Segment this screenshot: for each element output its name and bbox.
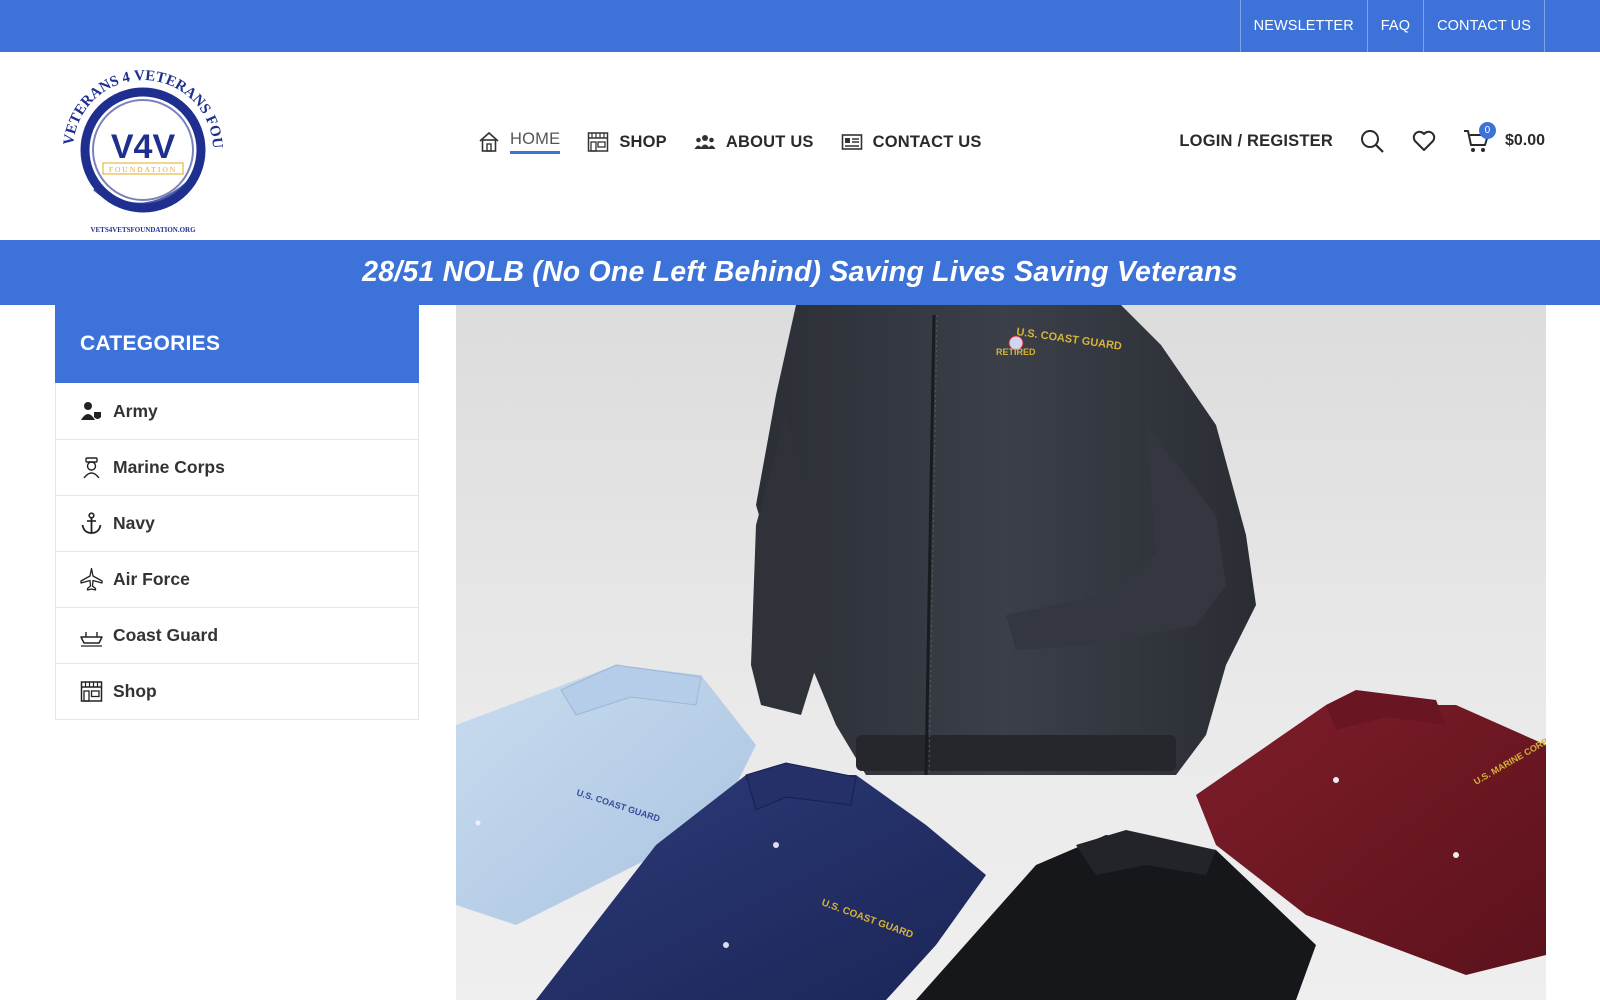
category-air-force[interactable]: Air Force — [56, 551, 418, 607]
nav-about[interactable]: ABOUT US — [693, 130, 814, 154]
users-icon — [694, 135, 716, 149]
airplane-icon — [80, 567, 103, 591]
category-navy-label: Navy — [113, 513, 155, 533]
store-icon — [588, 132, 609, 152]
nav-contact[interactable]: CONTACT US — [840, 130, 982, 154]
search-icon — [1360, 130, 1384, 153]
cart-count-badge: 0 — [1478, 122, 1496, 139]
category-coast-guard-label: Coast Guard — [113, 625, 219, 645]
jacket: U.S. COAST GUARD RETIRED — [751, 305, 1256, 776]
top-links: NEWSLETTER FAQ CONTACT US — [1239, 0, 1545, 52]
category-navy[interactable]: Navy — [56, 495, 418, 551]
category-coast-guard[interactable]: Coast Guard — [56, 607, 418, 663]
banner-text: 28/51 NOLB (No One Left Behind) Saving L… — [362, 256, 1238, 288]
contact-us-top-link[interactable]: CONTACT US — [1424, 0, 1545, 52]
category-marine-corps[interactable]: Marine Corps — [56, 439, 418, 495]
nav-home-label: HOME — [510, 130, 561, 154]
categories-list: Army Marine Corps Navy Air Force Coast G… — [55, 383, 419, 720]
soldier-icon — [81, 401, 101, 420]
logo-sub: FOUNDATION — [109, 165, 177, 174]
promo-banner: 28/51 NOLB (No One Left Behind) Saving L… — [0, 240, 1600, 305]
nav-shop-label: SHOP — [619, 132, 667, 151]
category-army-label: Army — [113, 400, 158, 421]
svg-text:RETIRED: RETIRED — [996, 347, 1036, 357]
main-nav: HOME SHOP ABOUT US CONTACT US — [477, 130, 982, 154]
logo-url: VETS4VETSFOUNDATION.ORG — [90, 226, 196, 234]
cart-button[interactable]: 0 $0.00 — [1463, 122, 1545, 154]
faq-link[interactable]: FAQ — [1368, 0, 1425, 52]
site-logo[interactable]: VETERANS 4 VETERANS FOUNDATION V4V FOUND… — [49, 46, 231, 236]
newsletter-link[interactable]: NEWSLETTER — [1241, 0, 1368, 52]
category-army[interactable]: Army — [56, 383, 418, 439]
heart-icon — [1412, 130, 1436, 151]
category-shop-label: Shop — [113, 681, 157, 701]
wishlist-button[interactable] — [1411, 128, 1437, 154]
hero-product-image[interactable]: U.S. COAST GUARD RETIRED U.S. COAST GUAR… — [456, 305, 1546, 1000]
search-button[interactable] — [1359, 128, 1385, 154]
home-icon — [479, 131, 499, 152]
category-shop[interactable]: Shop — [56, 663, 418, 719]
header-tools: LOGIN / REGISTER 0 $0.00 — [1179, 122, 1545, 154]
ship-icon — [80, 632, 103, 647]
marine-icon — [83, 457, 100, 479]
category-marine-corps-label: Marine Corps — [113, 457, 225, 477]
categories-title: CATEGORIES — [55, 305, 419, 383]
store-icon — [80, 681, 103, 702]
anchor-icon — [81, 512, 102, 534]
logo-mark: V4V — [111, 128, 176, 166]
nav-about-label: ABOUT US — [725, 132, 814, 151]
categories-sidebar: CATEGORIES Army Marine Corps Navy Air Fo… — [55, 305, 419, 720]
login-register-link[interactable]: LOGIN / REGISTER — [1179, 132, 1333, 151]
nav-contact-label: CONTACT US — [872, 132, 982, 151]
site-header: VETERANS 4 VETERANS FOUNDATION V4V FOUND… — [0, 46, 1600, 240]
category-air-force-label: Air Force — [113, 569, 190, 589]
contact-card-icon — [841, 134, 862, 150]
nav-home[interactable]: HOME — [477, 130, 561, 154]
apparel-photo: U.S. COAST GUARD RETIRED U.S. COAST GUAR… — [456, 305, 1546, 1000]
top-bar: NEWSLETTER FAQ CONTACT US — [0, 0, 1600, 52]
cart-total: $0.00 — [1504, 132, 1545, 149]
nav-shop[interactable]: SHOP — [586, 130, 667, 154]
